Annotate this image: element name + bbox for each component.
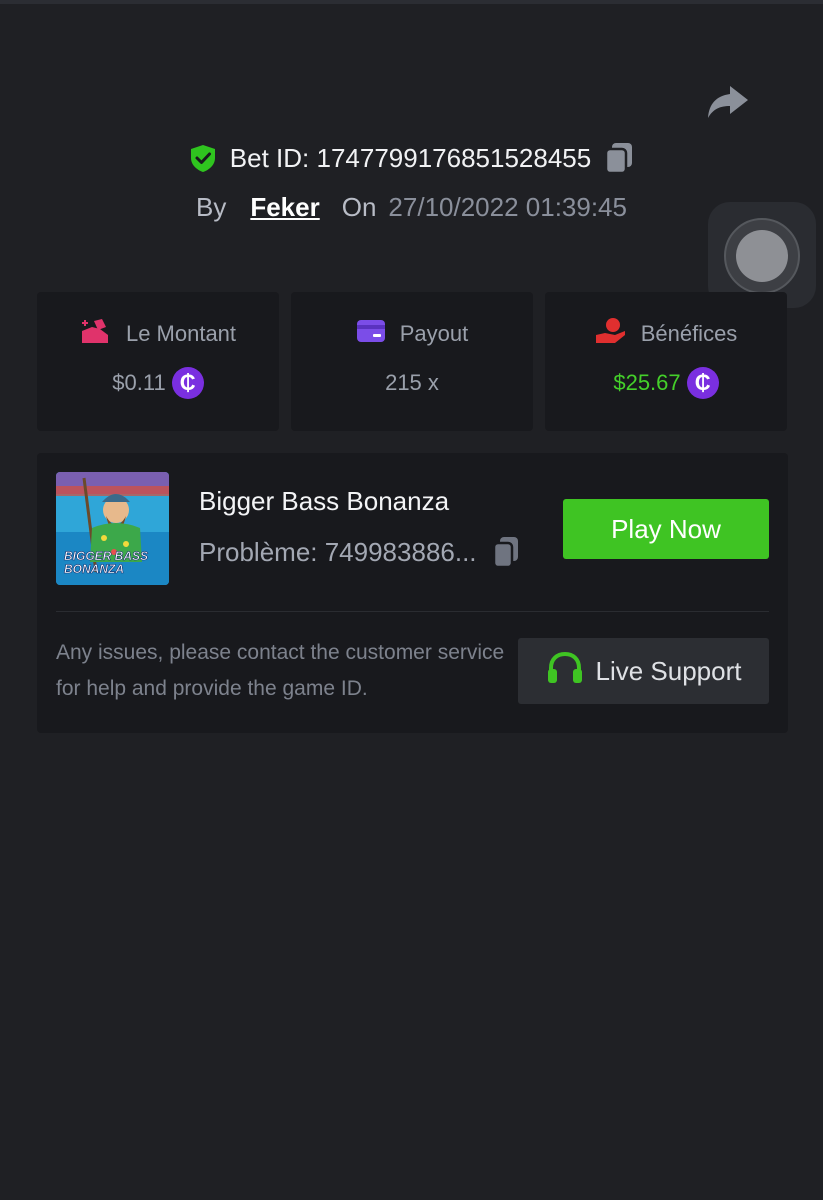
- money-hand-icon: [80, 317, 112, 351]
- stat-value-profit: $25.67: [613, 370, 681, 395]
- help-text: Any issues, please contact the customer …: [56, 641, 505, 700]
- headset-icon: [546, 651, 584, 692]
- stat-label-payout: Payout: [399, 321, 469, 346]
- author-row: By Feker On 27/10/2022 01:39:45: [0, 189, 823, 225]
- stat-value-payout: 215 x: [385, 370, 439, 395]
- coin-icon: ₵: [171, 367, 204, 399]
- stat-label-amount: Le Montant: [125, 321, 237, 346]
- play-now-button[interactable]: Play Now: [563, 499, 769, 559]
- bet-id-row: Bet ID: 1747799176851528455: [0, 140, 823, 176]
- on-label: On: [341, 191, 377, 222]
- stat-card-payout: Payout 215 x: [291, 292, 533, 431]
- assistive-dot: [736, 230, 788, 282]
- share-icon[interactable]: [704, 82, 750, 122]
- copy-game-id-icon[interactable]: [491, 535, 521, 569]
- verified-shield-icon: [188, 143, 218, 173]
- coin-icon: ₵: [686, 367, 719, 399]
- copy-bet-id-icon[interactable]: [603, 141, 635, 175]
- game-thumbnail[interactable]: BIGGER BASS BONANZA: [56, 472, 169, 585]
- top-divider: [0, 0, 823, 4]
- stat-card-profit: Bénéfices $25.67 ₵: [545, 292, 787, 431]
- thumbnail-logo-line1: BIGGER BASS: [64, 549, 148, 563]
- game-title[interactable]: Bigger Bass Bonanza: [199, 486, 449, 517]
- username-link[interactable]: Feker: [250, 192, 319, 223]
- card-divider: [56, 611, 769, 612]
- live-support-button[interactable]: Live Support: [518, 638, 769, 704]
- live-support-label: Live Support: [595, 655, 742, 686]
- game-issue-row: Problème: 749983886...: [199, 535, 521, 569]
- profit-hand-icon: [595, 317, 627, 351]
- stat-label-profit: Bénéfices: [640, 321, 738, 346]
- game-card: BIGGER BASS BONANZA Bigger Bass Bonanza …: [37, 453, 788, 733]
- by-label: By: [196, 191, 227, 222]
- bet-datetime: 27/10/2022 01:39:45: [388, 191, 627, 222]
- bet-id: Bet ID: 1747799176851528455: [229, 142, 592, 173]
- card-icon: [356, 319, 386, 349]
- thumbnail-logo-line2: BONANZA: [64, 562, 124, 576]
- game-issue-id: Problème: 749983886...: [199, 536, 477, 567]
- stat-value-amount: $0.11: [112, 370, 166, 395]
- stat-card-amount: Le Montant $0.11 ₵: [37, 292, 279, 431]
